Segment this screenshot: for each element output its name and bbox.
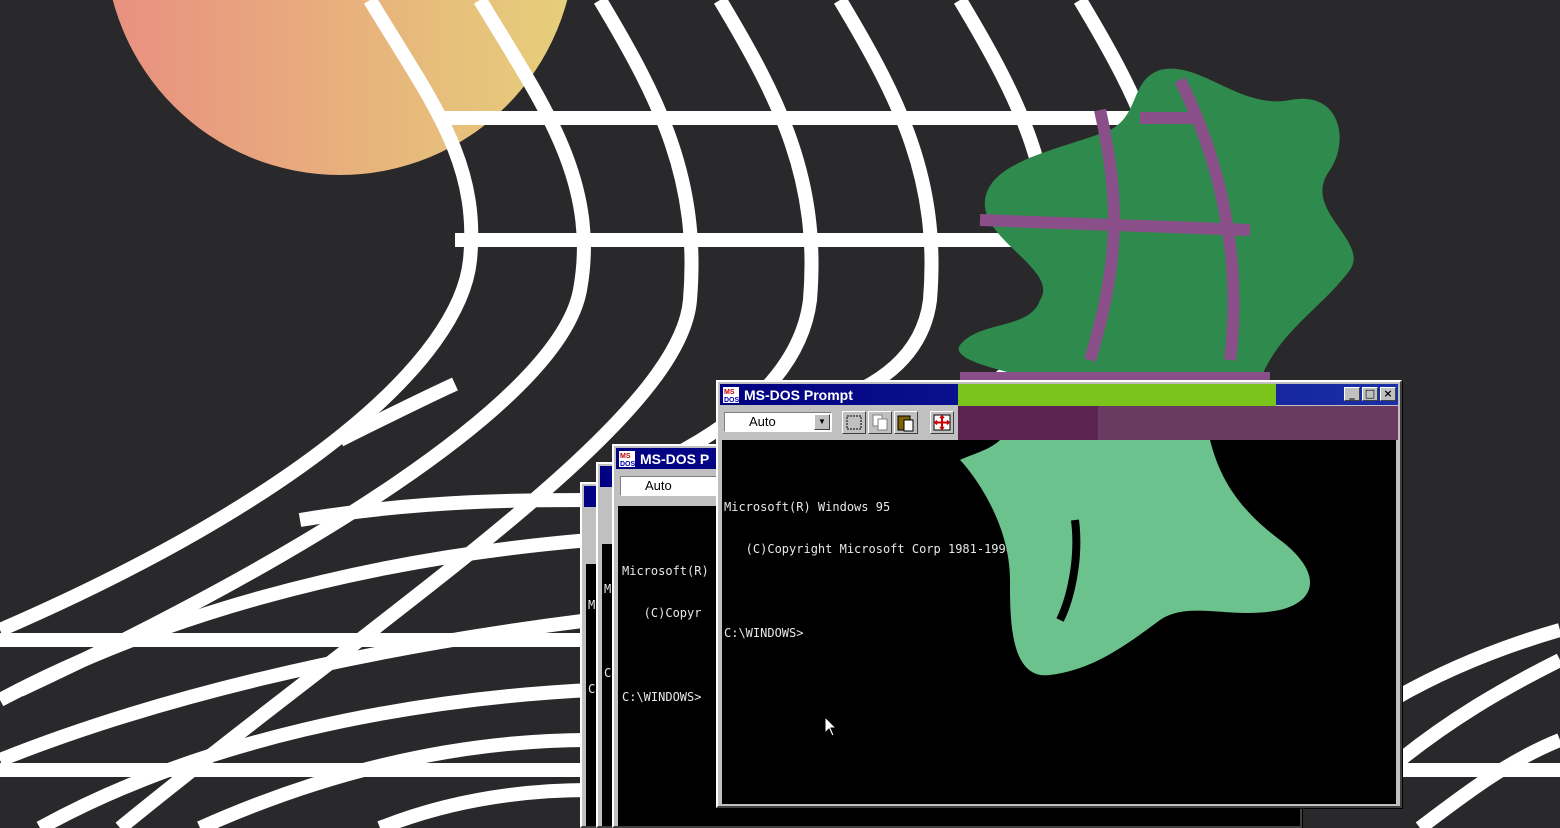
paste-button[interactable] [894, 411, 918, 434]
ms-dos-window-main[interactable]: MS DOS MS-DOS Prompt _ □ × Auto ▼ A Micr… [716, 380, 1402, 808]
fullscreen-button[interactable] [930, 411, 954, 434]
svg-text:MS: MS [724, 389, 735, 396]
properties-icon [976, 416, 992, 430]
font-icon: A [1042, 416, 1053, 432]
font-size-dropdown[interactable]: Auto [620, 476, 728, 496]
svg-text:DOS: DOS [620, 461, 636, 468]
arrow-cursor-icon [824, 716, 838, 737]
console-line: Microsoft(R) Windows 95 [724, 500, 891, 514]
window-title: MS-DOS P [640, 450, 710, 467]
toolbar: Auto ▼ A [720, 408, 1398, 438]
properties-button[interactable] [972, 411, 996, 434]
background-button[interactable] [998, 411, 1022, 434]
copy-button[interactable] [868, 411, 892, 434]
font-size-dropdown[interactable]: Auto ▼ [724, 412, 832, 432]
maximize-icon[interactable]: □ [1362, 387, 1378, 401]
mark-icon [846, 415, 862, 430]
console-line: C:\WINDOWS> [724, 626, 804, 640]
dropdown-value: Auto [749, 414, 776, 429]
chevron-down-icon[interactable]: ▼ [814, 414, 830, 430]
minimize-icon[interactable]: _ [1344, 387, 1360, 401]
window-title: MS-DOS Prompt [744, 386, 853, 403]
font-button[interactable]: A [1036, 411, 1060, 434]
paste-icon [897, 415, 914, 432]
dropdown-value: Auto [645, 478, 672, 493]
fullscreen-icon [933, 414, 951, 431]
sun-shape [112, 0, 568, 175]
svg-text:MS: MS [620, 453, 631, 460]
console-line: (C)Copyright Microsoft Corp 1981-1996. [724, 542, 1021, 556]
svg-text:DOS: DOS [724, 397, 740, 404]
background-icon [1001, 414, 1019, 431]
copy-icon [872, 414, 888, 431]
ms-dos-icon: MS DOS [618, 450, 636, 468]
close-icon[interactable]: × [1380, 387, 1396, 401]
title-bar[interactable]: MS DOS MS-DOS Prompt _ □ × [720, 384, 1398, 405]
svg-text:A: A [1042, 416, 1053, 432]
mark-button[interactable] [842, 411, 866, 434]
ms-dos-icon: MS DOS [722, 386, 740, 404]
console-output[interactable]: Microsoft(R) Windows 95 (C)Copyright Mic… [722, 440, 1396, 804]
